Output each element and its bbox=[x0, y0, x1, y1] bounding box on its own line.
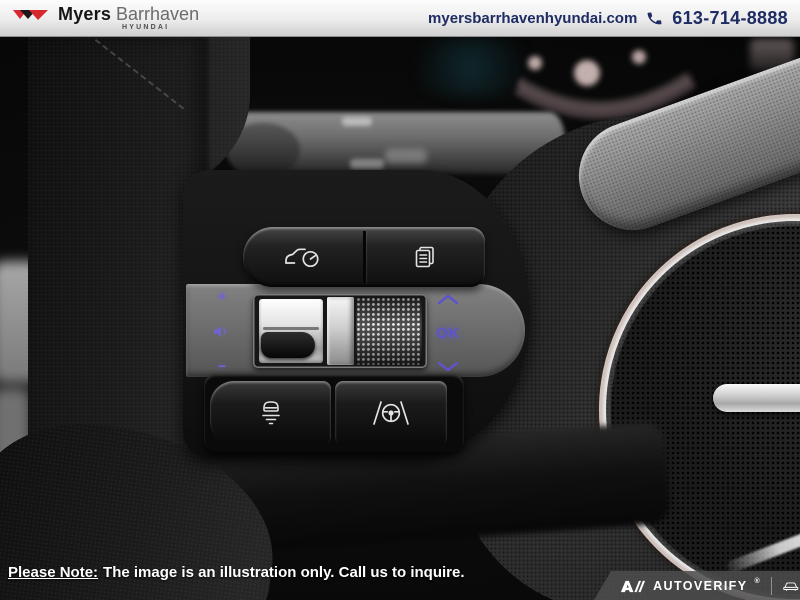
lane-follow-assist-button bbox=[335, 381, 447, 445]
volume-speaker-icon bbox=[213, 325, 231, 338]
watermark-divider bbox=[771, 577, 772, 595]
stalk-marking bbox=[342, 117, 372, 126]
dealer-brand: HYUNDAI bbox=[122, 24, 199, 31]
volume-plus-glyph: + bbox=[218, 288, 226, 304]
drive-mode-button bbox=[243, 227, 363, 287]
dealer-website-link[interactable]: myersbarrhavenhyundai.com bbox=[428, 10, 637, 27]
disclaimer-label: Please Note: bbox=[8, 564, 98, 581]
chevron-down-icon bbox=[436, 361, 460, 372]
panel-reflection bbox=[385, 149, 427, 164]
disclaimer-text: The image is an illustration only. Call … bbox=[103, 564, 464, 581]
vehicle-photo-steering-wheel: + − OK bbox=[0, 37, 800, 600]
dealer-contact: myersbarrhavenhyundai.com 613-714-8888 bbox=[428, 8, 788, 29]
autoverify-watermark: AUTOVERIFY ® bbox=[594, 571, 800, 600]
volume-minus-glyph: − bbox=[218, 358, 226, 374]
bottom-button-cluster bbox=[204, 374, 464, 452]
ok-selector-glyphs: OK bbox=[425, 294, 471, 372]
dealer-location: Barrhaven bbox=[116, 5, 199, 23]
steering-button-panel: + − OK bbox=[183, 170, 530, 458]
menu-pages-icon bbox=[412, 244, 438, 270]
autoverify-logo-icon bbox=[619, 575, 646, 597]
lane-follow-assist-icon bbox=[369, 398, 413, 428]
dealer-logo-text: Myers Barrhaven HYUNDAI bbox=[58, 5, 199, 31]
volume-control-glyphs: + − bbox=[205, 288, 239, 374]
scroll-wheel-assembly bbox=[253, 294, 427, 368]
car-drive-mode-gauge-icon bbox=[283, 244, 323, 270]
myers-logo-mark-icon bbox=[12, 7, 52, 29]
stalk-marking bbox=[350, 159, 384, 169]
black-paddle bbox=[261, 332, 315, 358]
autoverify-brand: AUTOVERIFY bbox=[653, 579, 747, 593]
dealer-name: Myers bbox=[58, 5, 111, 23]
top-button-cluster bbox=[243, 227, 485, 287]
chrome-rocker bbox=[259, 299, 323, 363]
menu-pages-button bbox=[366, 227, 486, 287]
chrome-segment bbox=[327, 297, 354, 365]
adaptive-cruise-distance-icon bbox=[256, 398, 286, 428]
car-icon bbox=[782, 579, 800, 593]
adaptive-cruise-button bbox=[210, 381, 331, 445]
rocker-groove bbox=[263, 327, 319, 330]
disclaimer-note: Please Note: The image is an illustration… bbox=[8, 564, 465, 581]
registered-mark: ® bbox=[754, 578, 759, 585]
dealer-logo: Myers Barrhaven HYUNDAI bbox=[12, 5, 199, 31]
hyundai-emblem-bar bbox=[713, 384, 800, 412]
chevron-up-icon bbox=[436, 294, 460, 305]
dealer-header-bar: Myers Barrhaven HYUNDAI myersbarrhavenhy… bbox=[0, 0, 800, 37]
knurled-scroll-wheel bbox=[356, 297, 422, 365]
phone-icon bbox=[645, 9, 664, 28]
vehicle-listing-photo-page: Myers Barrhaven HYUNDAI myersbarrhavenhy… bbox=[0, 0, 800, 600]
ok-label: OK bbox=[436, 325, 460, 342]
dealer-phone-link[interactable]: 613-714-8888 bbox=[672, 8, 788, 29]
